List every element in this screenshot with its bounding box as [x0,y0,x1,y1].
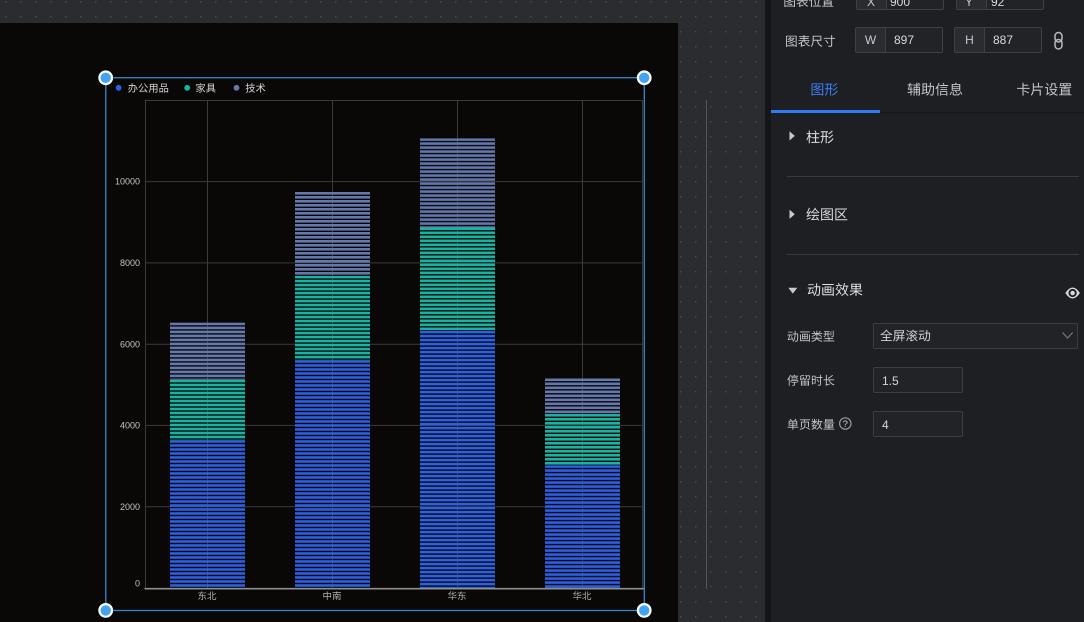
svg-text:10000: 10000 [115,177,140,187]
svg-text:?: ? [843,419,848,430]
svg-text:0: 0 [135,578,140,588]
svg-text:2000: 2000 [120,502,140,512]
svg-text:4000: 4000 [120,421,140,431]
svg-text:8000: 8000 [120,258,140,268]
svg-text:6000: 6000 [120,339,140,349]
